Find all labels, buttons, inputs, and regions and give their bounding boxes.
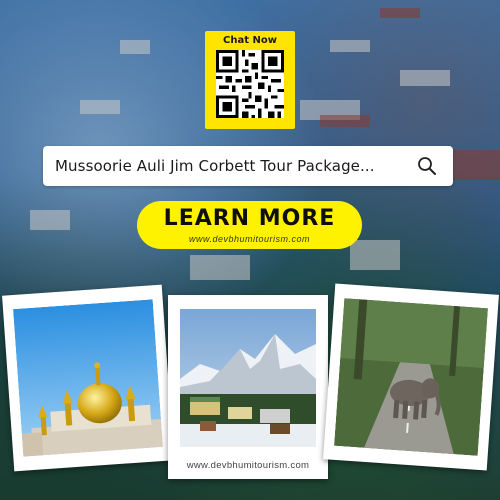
chat-qr-panel[interactable]: Chat Now <box>205 31 295 129</box>
search-bar[interactable]: Mussoorie Auli Jim Corbett Tour Package.… <box>43 146 453 186</box>
golden-dome-temple-image <box>13 299 163 457</box>
photo-snowy-mountain-village: www.devbhumitourism.com <box>168 295 328 479</box>
elephant-image <box>334 298 488 456</box>
learn-more-url: www.devbhumitourism.com <box>188 234 311 244</box>
learn-more-button[interactable]: LEARN MORE www.devbhumitourism.com <box>137 201 362 249</box>
photo-caption: www.devbhumitourism.com <box>186 460 310 471</box>
search-icon[interactable] <box>417 156 437 176</box>
photo-elephant-on-road <box>323 283 499 471</box>
search-input[interactable]: Mussoorie Auli Jim Corbett Tour Package.… <box>55 157 375 175</box>
qr-code[interactable] <box>216 50 284 118</box>
qr-title: Chat Now <box>223 35 277 46</box>
snowy-mountain-image <box>180 309 316 447</box>
learn-more-label: LEARN MORE <box>163 206 336 231</box>
photo-golden-dome-temple <box>2 284 174 472</box>
